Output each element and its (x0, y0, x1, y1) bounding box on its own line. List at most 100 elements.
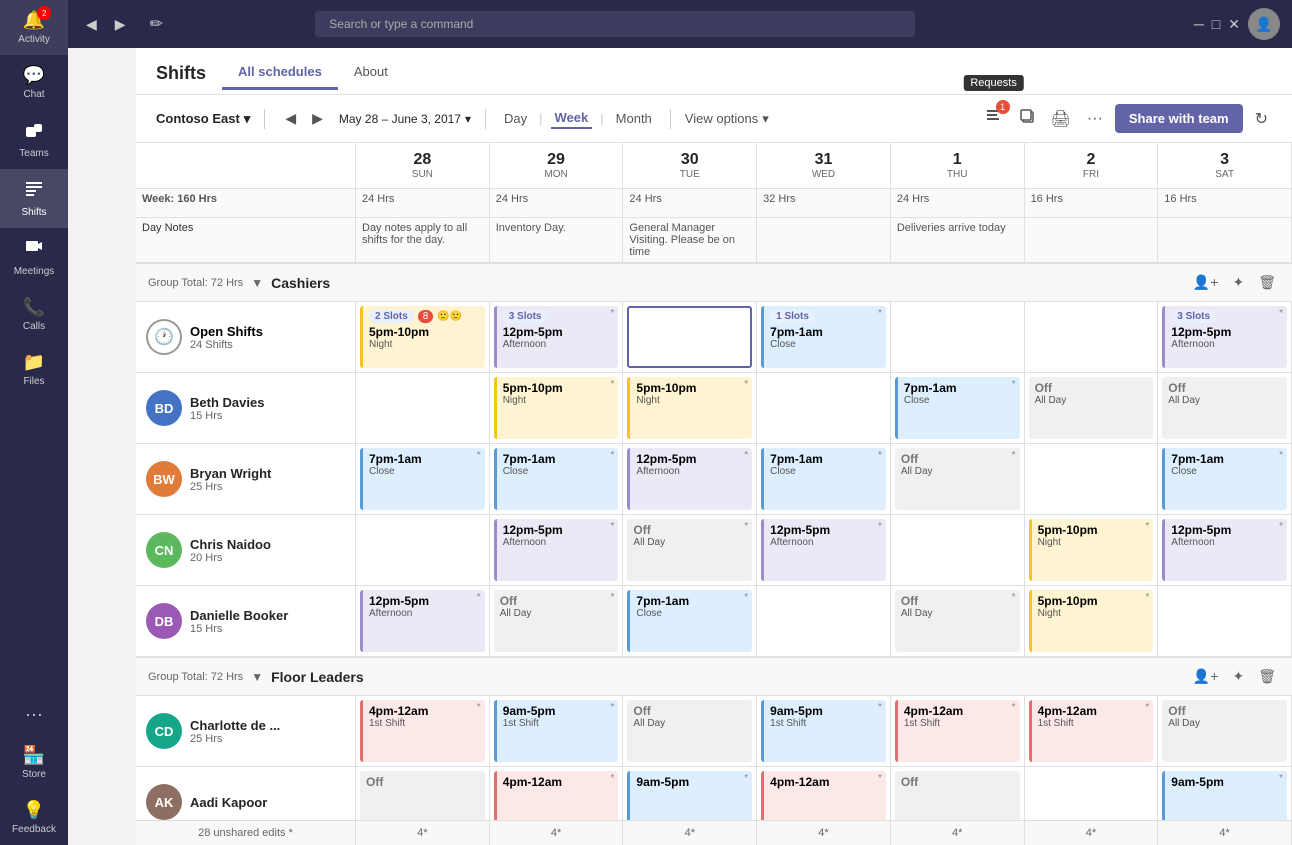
toolbar: Contoso East ▾ ◀ ▶ May 28 – June 3, 2017… (136, 95, 1292, 143)
day-notes-label: Day Notes (136, 218, 356, 262)
danielle-shift-6[interactable] (1158, 586, 1292, 656)
chat-icon: 💬 (23, 65, 45, 86)
tab-about[interactable]: About (338, 56, 404, 90)
open-shift-day-4[interactable] (891, 302, 1025, 372)
chris-shift-4[interactable] (891, 515, 1025, 585)
bryan-shift-6[interactable]: * 7pm-1am Close (1158, 444, 1292, 514)
auto-schedule-cashiers-button[interactable]: ✦ (1228, 272, 1248, 293)
chris-shift-6[interactable]: * 12pm-5pm Afternoon (1158, 515, 1292, 585)
date-range[interactable]: May 28 – June 3, 2017 ▾ (339, 112, 471, 126)
charlotte-shift-3[interactable]: * 9am-5pm 1st Shift (757, 696, 891, 766)
refresh-button[interactable]: ↻ (1251, 105, 1272, 133)
employee-danielle-booker: DB Danielle Booker 15 Hrs (136, 586, 356, 656)
forward-button[interactable]: ▶ (109, 12, 132, 37)
sidebar-label-store: Store (22, 769, 46, 780)
compose-button[interactable]: ✏ (142, 10, 171, 38)
collapse-floor-leaders-button[interactable]: ▼ (251, 670, 263, 684)
date-next-button[interactable]: ▶ (306, 107, 329, 130)
sidebar-item-shifts[interactable]: Shifts (0, 169, 68, 228)
beth-shift-0[interactable] (356, 373, 490, 443)
sidebar-item-calls[interactable]: 📞 Calls (0, 287, 68, 342)
beth-shift-3[interactable] (757, 373, 891, 443)
close-button[interactable]: ✕ (1228, 16, 1240, 33)
bryan-shift-0[interactable]: * 7pm-1am Close (356, 444, 490, 514)
sidebar-item-activity[interactable]: 🔔 2 Activity (0, 0, 68, 55)
date-prev-button[interactable]: ◀ (279, 107, 302, 130)
share-button[interactable]: Share with team (1115, 104, 1243, 133)
auto-schedule-floor-leaders-button[interactable]: ✦ (1228, 666, 1248, 687)
open-shift-day-5[interactable] (1025, 302, 1159, 372)
group-name-cashiers: Cashiers (271, 275, 1181, 291)
danielle-shift-2[interactable]: * 7pm-1am Close (623, 586, 757, 656)
sidebar-item-meetings[interactable]: Meetings (0, 228, 68, 287)
sidebar-item-teams[interactable]: Teams (0, 110, 68, 169)
sidebar-item-feedback[interactable]: 💡 Feedback (0, 790, 68, 845)
day-note-5 (1025, 218, 1159, 262)
sidebar-item-more[interactable]: ··· (0, 694, 68, 735)
chris-shift-2[interactable]: * Off All Day (623, 515, 757, 585)
open-shift-day-0[interactable]: 2 Slots 8 🙂🙂 5pm-10pm Night (356, 302, 490, 372)
maximize-button[interactable]: □ (1212, 16, 1220, 32)
charlotte-shift-4[interactable]: * 4pm-12am 1st Shift (891, 696, 1025, 766)
charlotte-shift-0[interactable]: * 4pm-12am 1st Shift (356, 696, 490, 766)
bryan-shift-2[interactable]: * 12pm-5pm Afternoon (623, 444, 757, 514)
open-shift-day-1[interactable]: 3 Slots 12pm-5pm Afternoon * (490, 302, 624, 372)
bottom-col-5: 4* (1025, 821, 1159, 845)
beth-shift-1[interactable]: * 5pm-10pm Night (490, 373, 624, 443)
more-options-button[interactable]: ··· (1083, 106, 1107, 132)
location-label: Contoso East (156, 111, 240, 126)
bryan-shift-1[interactable]: * 7pm-1am Close (490, 444, 624, 514)
topbar-navigation: ◀ ▶ (80, 12, 132, 37)
beth-shift-4[interactable]: * 7pm-1am Close (891, 373, 1025, 443)
charlotte-shift-1[interactable]: * 9am-5pm 1st Shift (490, 696, 624, 766)
danielle-shift-3[interactable] (757, 586, 891, 656)
chris-shift-1[interactable]: * 12pm-5pm Afternoon (490, 515, 624, 585)
sidebar-item-files[interactable]: 📁 Files (0, 342, 68, 397)
chris-shift-3[interactable]: * 12pm-5pm Afternoon (757, 515, 891, 585)
add-employee-cashiers-button[interactable]: 👤+ (1189, 272, 1223, 293)
week-day-4: 1 THU (891, 143, 1025, 188)
view-tab-week[interactable]: Week (551, 108, 593, 129)
add-employee-floor-leaders-button[interactable]: 👤+ (1189, 666, 1223, 687)
delete-cashiers-button[interactable]: 🗑 (1254, 272, 1280, 293)
search-input[interactable] (315, 11, 915, 37)
view-tab-month[interactable]: Month (612, 109, 656, 128)
day-note-3 (757, 218, 891, 262)
view-options-button[interactable]: View options ▾ (685, 111, 769, 127)
chris-shift-5[interactable]: * 5pm-10pm Night (1025, 515, 1159, 585)
slots-count-0: 2 Slots (369, 310, 414, 323)
beth-shift-6[interactable]: Off All Day (1158, 373, 1292, 443)
bryan-shift-5[interactable] (1025, 444, 1159, 514)
delete-floor-leaders-button[interactable]: 🗑 (1254, 666, 1280, 687)
open-shift-day-2[interactable] (623, 302, 757, 372)
minimize-button[interactable]: ─ (1194, 16, 1204, 32)
charlotte-shift-6[interactable]: Off All Day (1158, 696, 1292, 766)
back-button[interactable]: ◀ (80, 12, 103, 37)
group-actions-cashiers: 👤+ ✦ 🗑 (1189, 272, 1280, 293)
view-tab-day[interactable]: Day (500, 109, 531, 128)
page-title: Shifts (156, 63, 206, 84)
print-button[interactable]: 🖨 (1047, 105, 1075, 133)
bryan-shift-4[interactable]: * Off All Day (891, 444, 1025, 514)
activity-icon: 🔔 2 (23, 10, 45, 31)
charlotte-shift-2[interactable]: Off All Day (623, 696, 757, 766)
location-select[interactable]: Contoso East ▾ (156, 111, 250, 127)
sidebar-item-store[interactable]: 🏪 Store (0, 735, 68, 790)
sidebar: 🔔 2 Activity 💬 Chat Teams Shifts Meeting… (0, 0, 68, 845)
danielle-shift-5[interactable]: * 5pm-10pm Night (1025, 586, 1159, 656)
danielle-shift-1[interactable]: * Off All Day (490, 586, 624, 656)
sidebar-item-chat[interactable]: 💬 Chat (0, 55, 68, 110)
danielle-shift-4[interactable]: * Off All Day (891, 586, 1025, 656)
bryan-shift-3[interactable]: * 7pm-1am Close (757, 444, 891, 514)
beth-shift-2[interactable]: * 5pm-10pm Night (623, 373, 757, 443)
danielle-shift-0[interactable]: * 12pm-5pm Afternoon (356, 586, 490, 656)
open-shift-day-3[interactable]: 1 Slots 7pm-1am Close * (757, 302, 891, 372)
charlotte-shift-5[interactable]: * 4pm-12am 1st Shift (1025, 696, 1159, 766)
collapse-cashiers-button[interactable]: ▼ (251, 276, 263, 290)
chris-shift-0[interactable] (356, 515, 490, 585)
open-shift-day-6[interactable]: 3 Slots 12pm-5pm Afternoon * (1158, 302, 1292, 372)
beth-shift-5[interactable]: Off All Day (1025, 373, 1159, 443)
copy-button[interactable] (1015, 104, 1039, 133)
avatar[interactable]: 👤 (1248, 8, 1280, 40)
tab-all-schedules[interactable]: All schedules (222, 56, 338, 90)
